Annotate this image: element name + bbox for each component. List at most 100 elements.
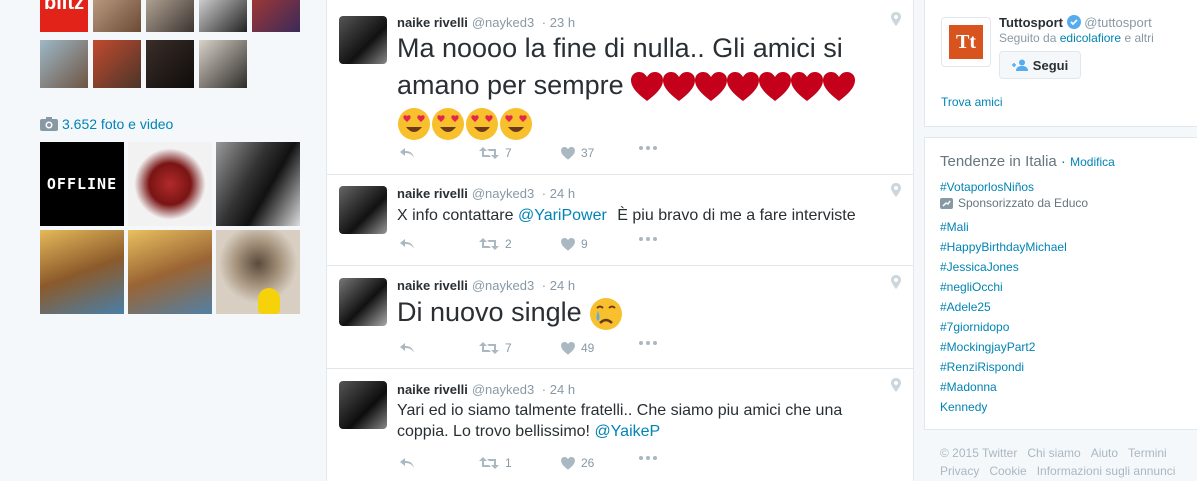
like-button[interactable]: 49 xyxy=(561,341,594,355)
heart-eyes-emoji-row xyxy=(397,107,533,140)
trend-item-promoted[interactable]: #VotaporlosNiños xyxy=(940,180,1034,194)
followed-by: Seguito da edicolafiore e altri xyxy=(999,31,1154,45)
reply-button[interactable] xyxy=(399,146,415,160)
follower-thumb[interactable] xyxy=(199,0,247,32)
author-handle[interactable]: @nayked3 xyxy=(472,15,534,30)
author-handle[interactable]: @nayked3 xyxy=(472,278,534,293)
media-tile[interactable] xyxy=(128,142,212,226)
footer-link[interactable]: Informazioni sugli annunci xyxy=(1037,464,1176,478)
trend-item[interactable]: #RenziRispondi xyxy=(940,360,1024,374)
avatar[interactable] xyxy=(339,278,387,326)
footer-link[interactable]: Cookie xyxy=(989,464,1026,478)
author-name[interactable]: naike rivelli xyxy=(397,278,468,293)
tuttosport-avatar[interactable]: Tt xyxy=(941,17,991,67)
heart-icon xyxy=(561,146,575,160)
reply-button[interactable] xyxy=(399,237,415,251)
more-icon xyxy=(639,456,657,460)
follower-thumb[interactable] xyxy=(252,0,300,32)
promoted-icon xyxy=(940,197,953,209)
heart-icon xyxy=(561,341,575,355)
tweet[interactable]: naike rivelli @nayked3 · 24 h X info cont… xyxy=(327,175,913,266)
trend-item[interactable]: #Madonna xyxy=(940,380,997,394)
trend-item[interactable]: #Adele25 xyxy=(940,300,991,314)
like-button[interactable]: 26 xyxy=(561,456,594,470)
blitz-logo: blitz xyxy=(44,0,84,14)
like-button[interactable]: 9 xyxy=(561,237,588,251)
trend-item[interactable]: #negliOcchi xyxy=(940,280,1003,294)
tweet-time[interactable]: 24 h xyxy=(550,186,575,201)
retweet-count: 7 xyxy=(505,146,512,160)
author-name[interactable]: naike rivelli xyxy=(397,15,468,30)
media-tile[interactable] xyxy=(40,230,124,314)
follower-thumb[interactable] xyxy=(40,40,88,88)
footer-link[interactable]: Chi siamo xyxy=(1027,446,1080,460)
suggested-user-name[interactable]: Tuttosport xyxy=(999,15,1063,30)
more-button[interactable] xyxy=(639,237,657,241)
author-handle[interactable]: @nayked3 xyxy=(472,186,534,201)
like-button[interactable]: 37 xyxy=(561,146,594,160)
retweet-button[interactable]: 7 xyxy=(479,146,512,160)
camera-icon xyxy=(40,117,58,131)
followed-by-user-link[interactable]: edicolafiore xyxy=(1060,31,1121,45)
more-button[interactable] xyxy=(639,456,657,460)
more-button[interactable] xyxy=(639,146,657,150)
trend-item[interactable]: #7giornidopo xyxy=(940,320,1009,334)
trend-item[interactable]: #MockingjayPart2 xyxy=(940,340,1035,354)
footer-link[interactable]: Privacy xyxy=(940,464,979,478)
who-to-follow-card: Tt Tuttosport @tuttosport Seguito da edi… xyxy=(924,0,1197,127)
mention-link[interactable]: @YariPower xyxy=(518,207,607,224)
follower-thumb[interactable] xyxy=(146,40,194,88)
footer-link[interactable]: Termini xyxy=(1128,446,1167,460)
mention-link[interactable]: @YaikeP xyxy=(594,423,660,440)
follower-thumb[interactable] xyxy=(199,40,247,88)
tweet-time[interactable]: 23 h xyxy=(550,15,575,30)
footer-link[interactable]: © 2015 Twitter xyxy=(940,446,1017,460)
tweet[interactable]: naike rivelli @nayked3 · 24 h Di nuovo si… xyxy=(327,266,913,369)
media-tile[interactable] xyxy=(216,230,300,314)
follower-thumb[interactable] xyxy=(146,0,194,32)
trends-change-link[interactable]: Modifica xyxy=(1070,155,1115,169)
suggested-user-handle[interactable]: @tuttosport xyxy=(1084,15,1151,30)
follow-button[interactable]: Segui xyxy=(999,51,1081,79)
author-name[interactable]: naike rivelli xyxy=(397,186,468,201)
retweet-button[interactable]: 2 xyxy=(479,237,512,251)
avatar[interactable] xyxy=(339,186,387,234)
reply-button[interactable] xyxy=(399,341,415,355)
tweet-time[interactable]: 24 h xyxy=(550,382,575,397)
author-name[interactable]: naike rivelli xyxy=(397,382,468,397)
retweet-button[interactable]: 7 xyxy=(479,341,512,355)
heart-emoji xyxy=(631,71,664,101)
follower-thumb[interactable]: blitz xyxy=(40,0,88,32)
reply-button[interactable] xyxy=(399,456,415,470)
avatar[interactable] xyxy=(339,381,387,429)
photo-count-link[interactable]: 3.652 foto e video xyxy=(40,116,173,132)
author-handle[interactable]: @nayked3 xyxy=(472,382,534,397)
tweet-time[interactable]: 24 h xyxy=(550,278,575,293)
tweet-text: Ma noooo la fine di nulla.. Gli amici si… xyxy=(397,30,897,141)
footer-link[interactable]: Aiuto xyxy=(1091,446,1118,460)
trend-item[interactable]: #JessicaJones xyxy=(940,260,1019,274)
retweet-button[interactable]: 1 xyxy=(479,456,512,470)
more-button[interactable] xyxy=(639,341,657,345)
trend-item[interactable]: Kennedy xyxy=(940,400,987,414)
heart-emoji xyxy=(695,71,728,101)
follower-thumb[interactable] xyxy=(93,0,141,32)
find-friends-link[interactable]: Trova amici xyxy=(941,95,1003,109)
tweet[interactable]: naike rivelli @nayked3 · 23 h Ma noooo la… xyxy=(327,0,913,175)
media-tile[interactable]: OFFLINE xyxy=(40,142,124,226)
retweet-count: 1 xyxy=(505,456,512,470)
trend-item[interactable]: #HappyBirthdayMichael xyxy=(940,240,1067,254)
retweet-count: 7 xyxy=(505,341,512,355)
trend-item[interactable]: #Mali xyxy=(940,220,969,234)
tweet[interactable]: naike rivelli @nayked3 · 24 h Yari ed io … xyxy=(327,369,913,481)
location-pin-icon xyxy=(891,275,901,289)
tweet-header: naike rivelli @nayked3 · 23 h xyxy=(397,15,576,30)
media-tile[interactable] xyxy=(216,142,300,226)
avatar[interactable] xyxy=(339,16,387,64)
minion-figure xyxy=(258,288,280,314)
follower-thumb[interactable] xyxy=(93,40,141,88)
heart-emoji xyxy=(791,71,824,101)
heart-icon xyxy=(561,456,575,470)
tweet-header: naike rivelli @nayked3 · 24 h xyxy=(397,382,576,397)
media-tile[interactable] xyxy=(128,230,212,314)
